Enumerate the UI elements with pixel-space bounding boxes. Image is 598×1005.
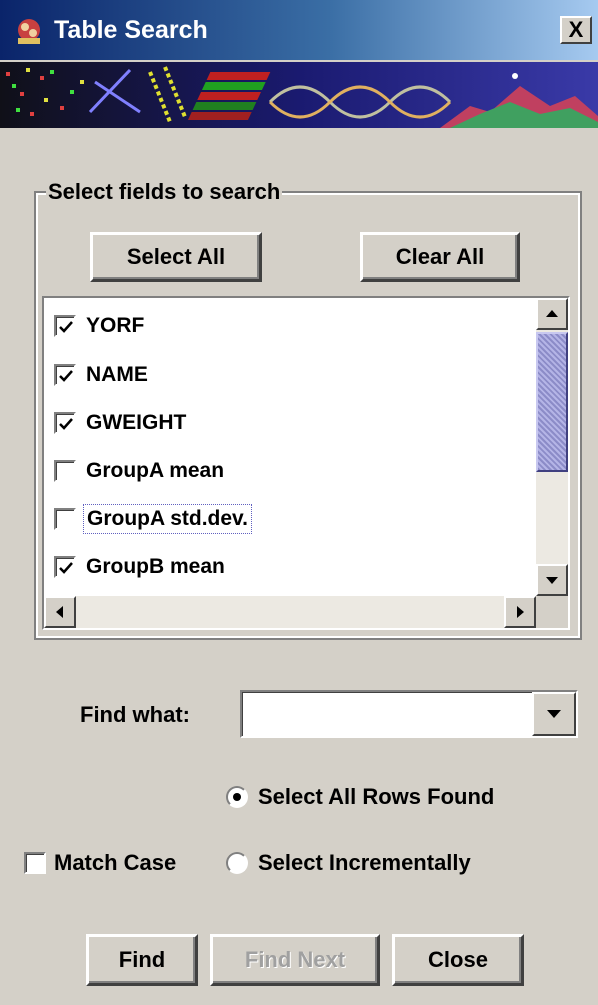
scroll-corner [536,596,568,628]
scroll-up-button[interactable] [536,298,568,330]
select-all-button[interactable]: Select All [90,232,262,282]
checkbox[interactable] [54,364,76,386]
checkbox[interactable] [54,460,76,482]
close-button[interactable]: Close [392,934,524,986]
checkbox[interactable] [54,556,76,578]
select-all-rows-radio[interactable]: Select All Rows Found [226,784,494,809]
arrow-right-icon [517,606,524,618]
find-what-combobox[interactable] [240,690,578,738]
select-incrementally-radio[interactable]: Select Incrementally [226,850,471,875]
group-title: Select fields to search [46,177,283,207]
checkbox[interactable] [54,508,76,530]
window-title: Table Search [54,16,208,44]
horizontal-scrollbar[interactable] [44,596,536,628]
scroll-right-button[interactable] [504,596,536,628]
arrow-down-icon [546,577,558,584]
field-label: GWEIGHT [86,411,187,434]
field-label: YORF [86,314,145,337]
arrow-left-icon [56,606,63,618]
select-incrementally-label: Select Incrementally [258,850,471,875]
scroll-left-button[interactable] [44,596,76,628]
radio-button[interactable] [226,786,248,808]
checkmark-icon [59,370,73,382]
field-label: GroupA mean [86,459,225,482]
field-label: GroupB mean [86,555,225,578]
app-icon [14,16,44,46]
dropdown-button[interactable] [532,692,576,736]
checkmark-icon [59,562,73,574]
find-button[interactable]: Find [86,934,198,986]
find-what-input[interactable] [248,698,532,730]
arrow-up-icon [546,310,558,317]
close-icon[interactable]: X [560,16,592,44]
field-label: GroupA std.dev. [83,504,253,534]
scroll-down-button[interactable] [536,564,568,596]
checkmark-icon [59,418,73,430]
checkbox[interactable] [24,852,46,874]
match-case-label: Match Case [54,850,177,875]
select-all-rows-label: Select All Rows Found [258,784,495,809]
scroll-thumb[interactable] [536,332,568,472]
radio-button[interactable] [226,852,248,874]
find-what-label: Find what: [80,702,190,727]
checkbox[interactable] [54,315,76,337]
clear-all-button[interactable]: Clear All [360,232,520,282]
title-bar[interactable]: Table Search X [0,0,598,60]
checkbox[interactable] [54,412,76,434]
find-next-button[interactable]: Find Next [210,934,380,986]
chevron-down-icon [547,710,561,718]
radio-selected-dot [233,793,241,801]
checkmark-icon [59,321,73,333]
dna-banner-image [0,62,598,128]
field-label: NAME [86,363,148,386]
vertical-scrollbar[interactable] [536,298,568,596]
